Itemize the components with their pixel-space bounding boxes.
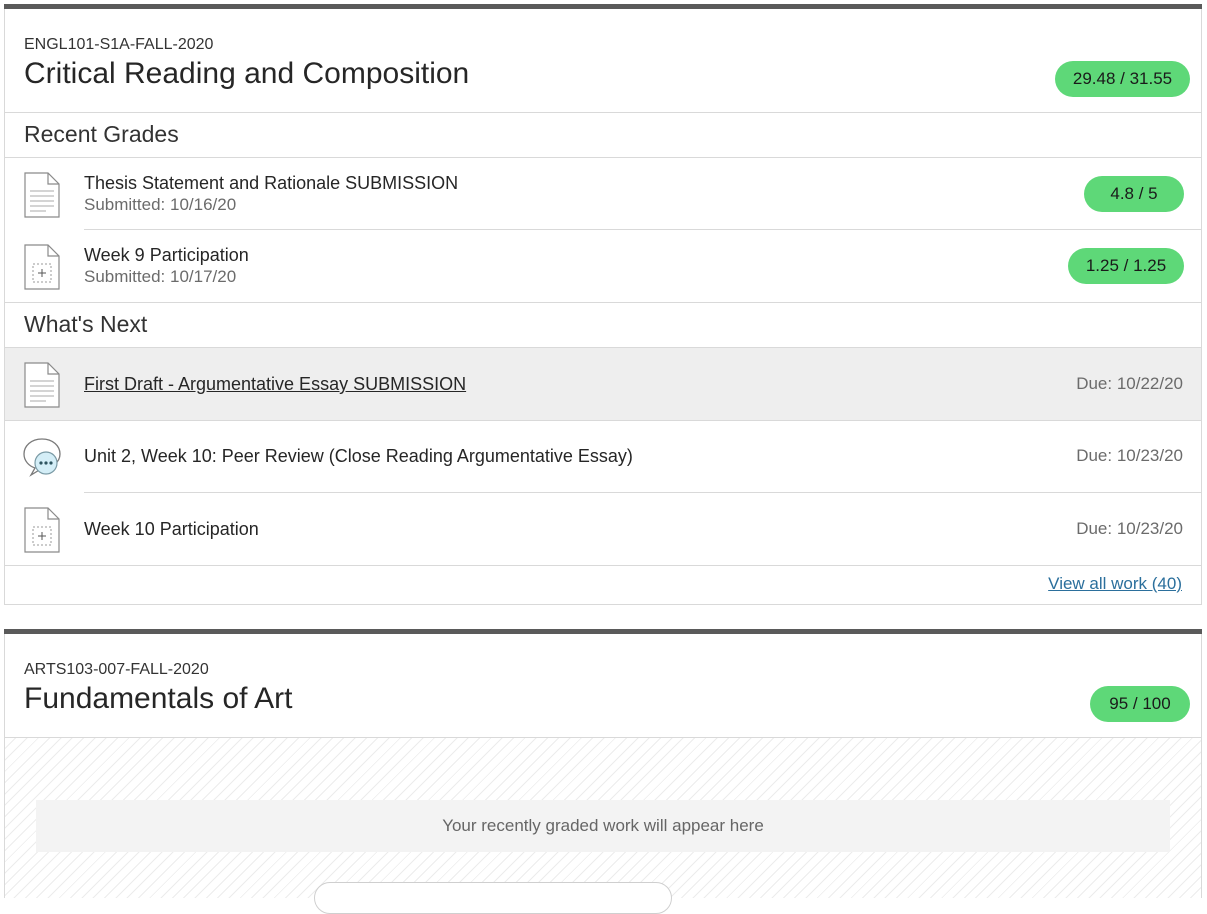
upcoming-row[interactable]: Unit 2, Week 10: Peer Review (Close Read… — [5, 420, 1201, 493]
grade-item-title[interactable]: Thesis Statement and Rationale SUBMISSIO… — [84, 173, 458, 194]
recent-grades-heading: Recent Grades — [5, 113, 1201, 158]
course-card-arts103: ARTS103-007-FALL-2020 Fundamentals of Ar… — [4, 629, 1202, 914]
grade-item-title[interactable]: Week 9 Participation — [84, 245, 249, 266]
upcoming-row[interactable]: First Draft - Argumentative Essay SUBMIS… — [5, 348, 1201, 420]
course-card-engl101: ENGL101-S1A-FALL-2020 Critical Reading a… — [4, 4, 1202, 605]
course-code: ARTS103-007-FALL-2020 — [24, 661, 209, 678]
assignment-title[interactable]: Unit 2, Week 10: Peer Review (Close Read… — [84, 446, 633, 467]
document-icon — [24, 362, 60, 408]
course-grade-badge: 95 / 100 — [1090, 686, 1190, 722]
item-grade-badge: 4.8 / 5 — [1084, 176, 1184, 212]
upcoming-row[interactable]: Week 10 Participation Due: 10/23/20 — [5, 493, 1201, 565]
empty-state-area: Your recently graded work will appear he… — [5, 738, 1201, 914]
course-header: ARTS103-007-FALL-2020 Fundamentals of Ar… — [5, 634, 1201, 738]
due-date: Due: 10/23/20 — [1076, 446, 1183, 465]
course-header: ENGL101-S1A-FALL-2020 Critical Reading a… — [5, 9, 1201, 113]
grade-row[interactable]: Week 9 Participation Submitted: 10/17/20… — [5, 230, 1201, 302]
due-date: Due: 10/22/20 — [1076, 374, 1183, 393]
course-title[interactable]: Critical Reading and Composition — [24, 57, 469, 91]
course-title[interactable]: Fundamentals of Art — [24, 682, 292, 716]
submitted-date: Submitted: 10/17/20 — [84, 267, 237, 286]
course-grade-badge: 29.48 / 31.55 — [1055, 61, 1190, 97]
participation-icon — [24, 244, 60, 290]
empty-state-button[interactable] — [314, 882, 672, 914]
item-grade-badge: 1.25 / 1.25 — [1068, 248, 1184, 284]
whats-next-heading: What's Next — [5, 302, 1201, 348]
assignment-title[interactable]: Week 10 Participation — [84, 519, 259, 540]
empty-state-message: Your recently graded work will appear he… — [36, 800, 1170, 852]
section-title: What's Next — [24, 311, 148, 337]
view-all-work-link[interactable]: View all work (40) — [1048, 574, 1182, 594]
participation-icon — [24, 507, 60, 553]
submitted-date: Submitted: 10/16/20 — [84, 195, 237, 214]
card-footer: View all work (40) — [5, 565, 1201, 604]
course-code: ENGL101-S1A-FALL-2020 — [24, 36, 214, 53]
document-icon — [24, 172, 60, 218]
assignment-link[interactable]: First Draft - Argumentative Essay SUBMIS… — [84, 374, 466, 395]
discussion-icon — [23, 438, 61, 477]
section-title: Recent Grades — [24, 121, 179, 147]
grade-row[interactable]: Thesis Statement and Rationale SUBMISSIO… — [5, 158, 1201, 230]
due-date: Due: 10/23/20 — [1076, 519, 1183, 538]
